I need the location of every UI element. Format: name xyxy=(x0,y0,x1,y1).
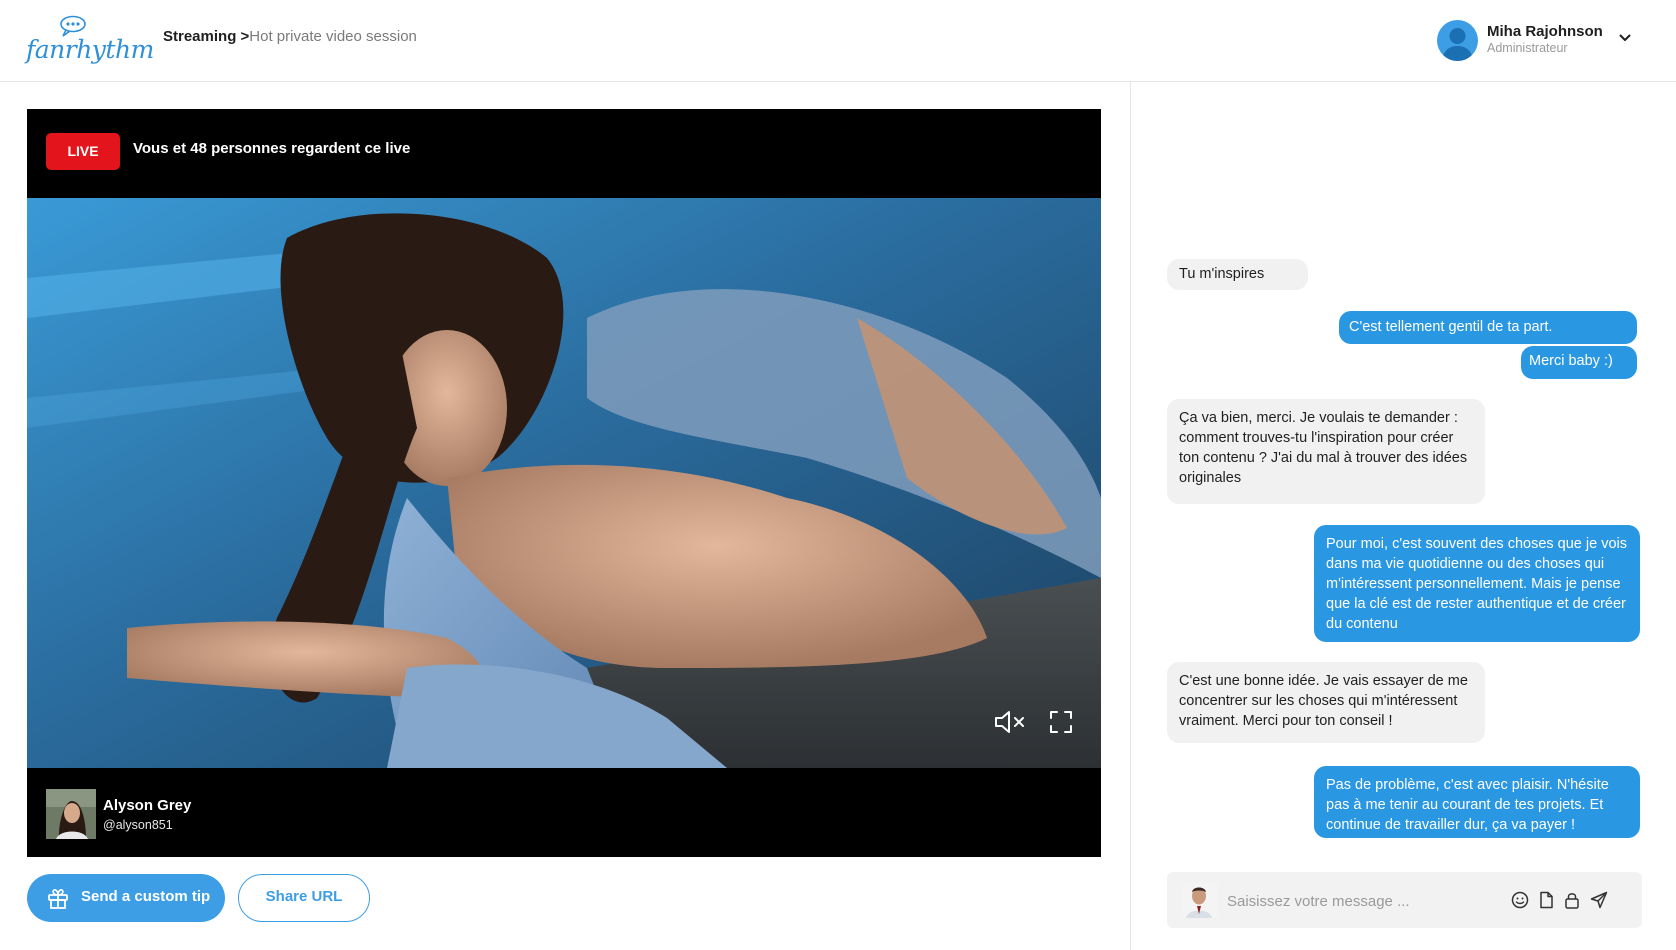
tip-button-label: Send a custom tip xyxy=(81,888,211,905)
video-player[interactable] xyxy=(27,198,1101,768)
my-avatar-photo xyxy=(1181,882,1217,918)
message-input[interactable] xyxy=(1225,880,1509,922)
chat-message-incoming: C'est une bonne idée. Je vais essayer de… xyxy=(1167,662,1485,743)
fullscreen-button[interactable] xyxy=(1049,710,1073,739)
send-icon[interactable] xyxy=(1590,891,1608,909)
file-attach-icon[interactable] xyxy=(1538,891,1554,909)
breadcrumb-separator: > xyxy=(240,28,250,45)
emoji-icon[interactable] xyxy=(1511,891,1529,909)
user-avatar xyxy=(1437,20,1478,61)
chat-message-outgoing: Merci baby :) xyxy=(1521,346,1637,379)
composer-avatar xyxy=(1181,882,1217,918)
chevron-down-icon[interactable] xyxy=(1619,34,1631,42)
user-role: Administrateur xyxy=(1487,41,1568,55)
lock-icon[interactable] xyxy=(1564,891,1580,909)
live-badge: LIVE xyxy=(46,133,120,170)
fanrhythm-logo[interactable]: fanrhythm xyxy=(26,15,154,67)
video-stream-image xyxy=(27,198,1101,768)
unmute-button[interactable] xyxy=(993,710,1027,739)
chat-bubble-logo-icon xyxy=(60,15,86,37)
breadcrumb: Streaming >Hot private video session xyxy=(163,28,417,45)
breadcrumb-streaming[interactable]: Streaming xyxy=(163,28,236,45)
top-header: fanrhythm Streaming >Hot private video s… xyxy=(0,0,1676,82)
video-controls xyxy=(981,708,1101,768)
live-video-panel: LIVE Vous et 48 personnes regardent ce l… xyxy=(27,109,1101,857)
chat-message-outgoing: C'est tellement gentil de ta part. xyxy=(1339,311,1637,344)
streamer-handle: @alyson851 xyxy=(103,818,173,832)
user-name: Miha Rajohnson xyxy=(1487,23,1603,40)
chat-message-outgoing: Pas de problème, c'est avec plaisir. N'h… xyxy=(1314,766,1640,838)
gift-icon xyxy=(48,889,68,909)
viewer-count-text: Vous et 48 personnes regardent ce live xyxy=(133,140,411,157)
chat-message-incoming: Tu m'inspires xyxy=(1167,259,1308,290)
message-composer xyxy=(1167,872,1642,928)
streamer-name: Alyson Grey xyxy=(103,797,192,814)
share-url-button[interactable]: Share URL xyxy=(238,874,370,922)
streamer-info[interactable]: Alyson Grey @alyson851 xyxy=(46,789,346,839)
chat-message-incoming: Ça va bien, merci. Je voulais te demande… xyxy=(1167,399,1485,504)
breadcrumb-current: Hot private video session xyxy=(249,28,417,45)
streamer-avatar xyxy=(46,789,96,839)
fullscreen-icon xyxy=(1050,711,1072,733)
user-menu[interactable]: Miha Rajohnson Administrateur xyxy=(1437,20,1637,62)
chat-divider xyxy=(1130,82,1131,950)
streamer-photo xyxy=(46,789,96,839)
chat-message-outgoing: Pour moi, c'est souvent des choses que j… xyxy=(1314,525,1640,642)
logo-text: fanrhythm xyxy=(26,35,154,64)
send-custom-tip-button[interactable]: Send a custom tip xyxy=(27,874,225,922)
volume-muted-icon xyxy=(995,711,1024,733)
user-silhouette-icon xyxy=(1442,28,1473,61)
